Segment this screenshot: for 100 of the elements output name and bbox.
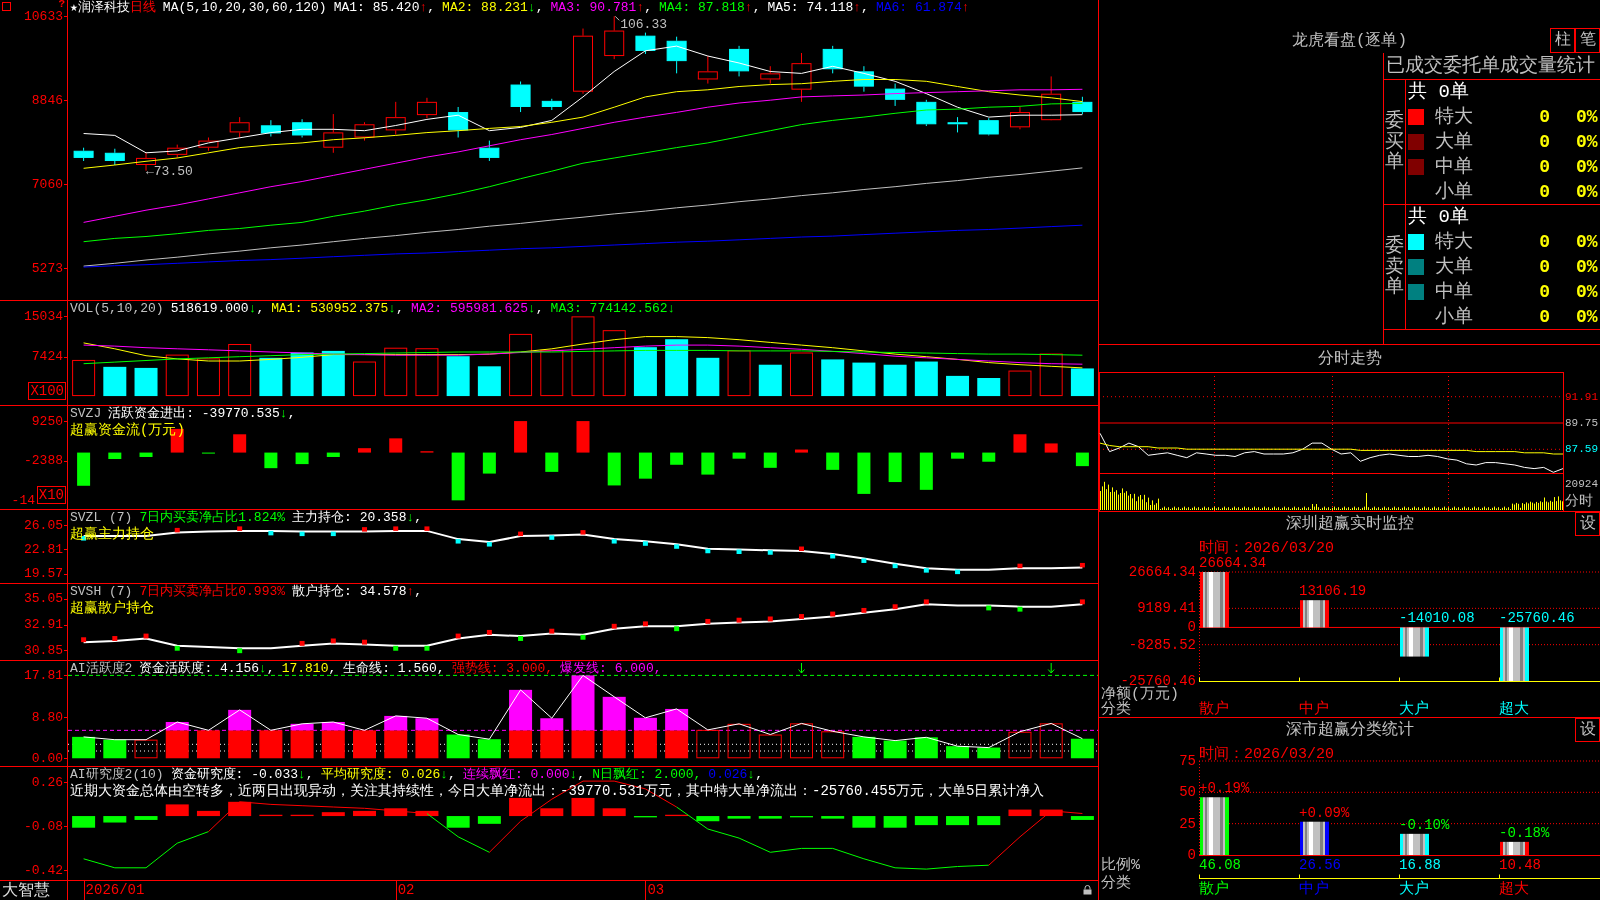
legend-text: 强势线: 3.000, bbox=[451, 661, 554, 677]
section-label: 委卖单 bbox=[1385, 235, 1404, 299]
legend-text: 爆发线: 6.000, bbox=[560, 661, 662, 677]
legend-text: SVZL (7) bbox=[70, 510, 133, 526]
category-label: 大户 bbox=[1399, 882, 1429, 897]
axis-label: 10633 bbox=[24, 9, 63, 23]
order-size-label: 小单 bbox=[1435, 305, 1474, 328]
order-size-label: 小单 bbox=[1435, 180, 1474, 203]
legend-text: MA3: 774142.562↓ bbox=[550, 301, 676, 317]
axis-label: 75 bbox=[1179, 754, 1196, 768]
category-label: 中户 bbox=[1299, 882, 1329, 897]
order-count: 0 bbox=[1538, 155, 1550, 178]
value-label: 26.56 bbox=[1299, 858, 1341, 872]
value-label: -14010.08 bbox=[1399, 611, 1475, 626]
panel-title: 深市超赢分类统计 bbox=[1285, 720, 1414, 740]
axis-label: 5273 bbox=[31, 261, 63, 275]
axis-title: 分类 bbox=[1101, 702, 1131, 717]
value-label: 13106.19 bbox=[1299, 584, 1367, 599]
axis-title: 分类 bbox=[1101, 876, 1131, 891]
low-price-label: ←73.50 bbox=[146, 163, 193, 179]
clipped-axis-label: -14 bbox=[11, 494, 35, 507]
reference-line-label: 17.81 bbox=[24, 668, 63, 682]
panel-title: 龙虎看盘(逐单) bbox=[1291, 30, 1408, 51]
axis-label: 7424 bbox=[31, 350, 63, 364]
order-count: 0 bbox=[1538, 255, 1550, 278]
annotation: 106.33 bbox=[620, 17, 668, 33]
order-share: 0% bbox=[1576, 280, 1598, 303]
legend-text: 资金研究度: -0.033↓, bbox=[170, 767, 314, 783]
axis-label: 0 bbox=[1187, 848, 1196, 862]
order-share: 0% bbox=[1576, 305, 1598, 328]
axis-label: 8.80 bbox=[31, 710, 63, 724]
legend-text: SVZJ bbox=[70, 406, 102, 422]
legend-text: MA5: 74.118↑, bbox=[767, 0, 869, 16]
legend-text: 518619.000↓, bbox=[170, 301, 265, 317]
legend-text: MA6: 61.874↑ bbox=[875, 0, 970, 16]
panel-title: 深圳超赢实时监控 bbox=[1285, 514, 1414, 534]
category-label: 散户 bbox=[1199, 882, 1229, 897]
value-label: 46.08 bbox=[1199, 858, 1241, 872]
legend-text: MA(5,10,20,30,60,120) bbox=[162, 0, 327, 16]
axis-label: 7060 bbox=[31, 177, 63, 191]
axis-label: 35.05 bbox=[24, 592, 63, 606]
axis-label: 0.26 bbox=[31, 775, 63, 789]
brand-name: 大智慧 bbox=[2, 881, 50, 900]
axis-label: 32.91 bbox=[24, 618, 63, 632]
axis-label: 25 bbox=[1179, 816, 1196, 831]
panel-title: 分时走势 bbox=[1317, 348, 1382, 369]
change-label: -0.10% bbox=[1399, 817, 1450, 832]
axis-label: 15034 bbox=[24, 309, 63, 323]
legend-text: MA2: 595981.625↓, bbox=[410, 301, 544, 317]
legend-text: 7日内买卖净占比0.993% bbox=[139, 584, 286, 600]
scale-badge: X10 bbox=[36, 486, 66, 504]
chart-date: 时间：2026/03/20 bbox=[1199, 746, 1334, 763]
legend-text: 17.810, bbox=[281, 661, 337, 677]
axis-label: 50 bbox=[1179, 785, 1196, 800]
legend-text: 平均研究度: 0.026↓, bbox=[320, 767, 456, 783]
change-label: +0.09% bbox=[1299, 805, 1350, 820]
date-label: 2026/01 bbox=[85, 882, 145, 898]
value-label: 10.48 bbox=[1499, 858, 1541, 872]
axis-label: 30.85 bbox=[24, 643, 63, 657]
legend-text: 0.026↓, bbox=[708, 767, 763, 783]
order-count: 0 bbox=[1538, 130, 1550, 153]
axis-label: 22.81 bbox=[24, 542, 63, 556]
axis-label: -0.42 bbox=[24, 863, 63, 877]
legend-text: 生命线: 1.560, bbox=[343, 661, 445, 677]
category-label: 中户 bbox=[1299, 702, 1329, 717]
volume-axis-label: 20924 bbox=[1565, 478, 1599, 490]
order-count: 0 bbox=[1538, 230, 1550, 253]
table-title: 已成交委托单成交量统计 bbox=[1386, 55, 1595, 77]
change-label: -0.18% bbox=[1499, 825, 1550, 840]
order-count: 0 bbox=[1538, 180, 1550, 203]
order-size-label: 特大 bbox=[1435, 230, 1474, 253]
legend-text: 资金活跃度: 4.156↓, bbox=[139, 661, 275, 677]
order-total: 共 0单 bbox=[1408, 81, 1469, 103]
legend-text: 主力持仓: 20.358↓, bbox=[292, 510, 423, 526]
date-label: 02 bbox=[397, 882, 415, 898]
legend-text: ★润泽科技日线 bbox=[70, 0, 156, 16]
legend-text: AI研究度2(10) bbox=[70, 767, 164, 783]
order-share: 0% bbox=[1576, 130, 1598, 153]
category-label: 超大 bbox=[1499, 882, 1529, 897]
order-size-label: 大单 bbox=[1435, 255, 1474, 278]
order-share: 0% bbox=[1576, 105, 1598, 128]
legend-text: N日飘红: 2.000, bbox=[592, 767, 702, 783]
section-label: 委买单 bbox=[1385, 110, 1404, 174]
axis-label: 26.05 bbox=[24, 518, 63, 532]
caption-text: 超赢散户持仓 bbox=[70, 600, 154, 617]
axis-label: 0.00 bbox=[31, 751, 63, 765]
order-share: 0% bbox=[1576, 255, 1598, 278]
legend-text: MA4: 87.818↑, bbox=[659, 0, 761, 16]
legend-text: AI活跃度2 bbox=[70, 661, 133, 677]
order-count: 0 bbox=[1538, 280, 1550, 303]
period-label: 分时 bbox=[1565, 493, 1594, 509]
order-count: 0 bbox=[1538, 105, 1550, 128]
legend-text: 7日内买卖净占比1.824% bbox=[139, 510, 286, 526]
axis-label: 9189.41 bbox=[1137, 601, 1196, 616]
legend-text: VOL(5,10,20) bbox=[70, 301, 164, 317]
order-size-label: 特大 bbox=[1435, 105, 1474, 128]
legend-text: MA2: 88.231↓, bbox=[442, 0, 544, 16]
legend-text: 活跃资金进出: -39770.535↓, bbox=[108, 406, 296, 422]
axis-label: -0.08 bbox=[24, 819, 63, 833]
legend-text: MA1: 85.420↑, bbox=[333, 0, 436, 16]
